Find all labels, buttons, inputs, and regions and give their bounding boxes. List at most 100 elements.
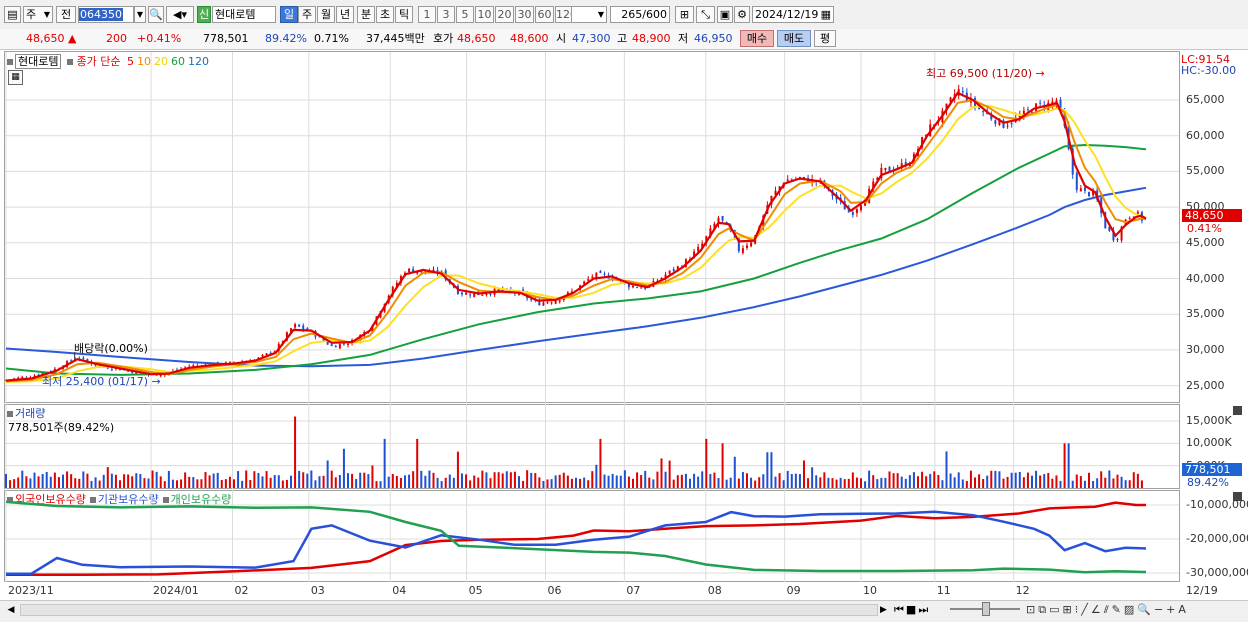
volume-bar <box>835 479 838 488</box>
volume-bar <box>961 479 964 488</box>
volume-bar <box>1132 472 1135 488</box>
volume-bar <box>542 481 545 488</box>
x-axis-label: 08 <box>707 584 722 597</box>
chart-canvas[interactable] <box>0 0 1248 621</box>
volume-bar <box>668 460 671 488</box>
volume-bar <box>110 473 113 488</box>
scroll-right-icon[interactable]: ▶ <box>880 603 892 617</box>
volume-bar <box>428 470 431 488</box>
volume-bar <box>672 479 675 488</box>
volume-bar <box>754 480 757 488</box>
volume-bar <box>269 477 272 488</box>
volume-bar <box>102 474 105 488</box>
volume-bar <box>892 473 895 488</box>
volume-bar <box>444 477 447 488</box>
x-axis-label: 06 <box>547 584 562 597</box>
volume-bar <box>261 476 264 488</box>
volume-bar <box>737 478 740 488</box>
holding-line-individual <box>5 500 1147 574</box>
shape-tool-icon[interactable]: ⊡ <box>1026 603 1038 616</box>
scroll-left-icon[interactable]: ◀ <box>4 603 18 617</box>
volume-bar <box>37 476 40 488</box>
volume-bar <box>1100 471 1103 488</box>
candle-body <box>1116 239 1119 241</box>
volume-bar <box>782 480 785 488</box>
volume-bar <box>70 474 73 488</box>
volume-bar <box>106 467 109 488</box>
candle-body <box>851 212 854 215</box>
volume-bar <box>758 477 761 488</box>
image-tool-icon[interactable]: ▨ <box>1124 603 1137 616</box>
volume-bar <box>485 472 488 488</box>
edit-tool-icon[interactable]: ✎ <box>1112 603 1124 616</box>
line-tool-icon[interactable]: ╱ <box>1081 603 1091 616</box>
volume-bar <box>127 474 130 488</box>
volume-bar <box>1051 478 1054 488</box>
volume-bar <box>917 476 919 488</box>
stop-icon[interactable]: ■ <box>906 603 918 616</box>
volume-bar <box>375 481 378 488</box>
candle-body <box>1088 192 1090 196</box>
ruler-tool-icon[interactable]: ⫽ <box>1104 603 1112 616</box>
forward-icon[interactable]: ⏭ <box>918 603 930 616</box>
volume-bar <box>326 460 329 488</box>
volume-bar <box>94 477 97 488</box>
candle-body <box>302 325 305 330</box>
volume-bar <box>469 480 472 488</box>
volume-bar <box>285 479 288 488</box>
low-annotation-text: 최저 25,400 (01/17) <box>42 375 149 388</box>
zoom-icon[interactable]: 🔍 <box>1137 603 1154 616</box>
volume-bar <box>611 473 614 488</box>
volume-bar <box>45 471 48 488</box>
chart-tools[interactable]: ⊡⧉▭⊞⁝╱∠⫽✎▨🔍−+A <box>1026 603 1189 617</box>
candle-body <box>632 285 634 288</box>
candle-body <box>750 242 753 247</box>
volume-bar <box>750 477 753 488</box>
zoom-in-icon[interactable]: + <box>1166 603 1178 616</box>
zoom-slider-handle[interactable] <box>982 602 990 616</box>
volume-bar <box>379 481 382 488</box>
volume-bar <box>1043 474 1046 488</box>
candle-body <box>884 167 887 171</box>
volume-bar <box>538 477 541 488</box>
dividend-annotation: 배당락(0.00%) <box>74 342 148 355</box>
volume-bar <box>82 471 85 488</box>
volume-bar <box>404 475 406 488</box>
region-tool-icon[interactable]: ▭ <box>1049 603 1062 616</box>
grid-tool-icon[interactable]: ⊞ <box>1062 603 1074 616</box>
font-icon[interactable]: A <box>1178 603 1189 616</box>
candle-body <box>485 293 488 295</box>
volume-bar <box>697 476 700 488</box>
volume-bar <box>1047 472 1050 488</box>
volume-bar <box>41 473 44 488</box>
candle-body <box>640 287 643 289</box>
copy-tool-icon[interactable]: ⧉ <box>1038 603 1049 616</box>
x-axis-label: 12/19 <box>1186 584 1218 597</box>
candle-body <box>721 216 724 221</box>
volume-bar <box>395 475 398 488</box>
volume-bar <box>245 470 248 488</box>
candle-body <box>342 343 345 345</box>
volume-bar <box>98 480 101 488</box>
volume-bar <box>570 478 573 488</box>
candle-body <box>1010 123 1013 125</box>
rewind-icon[interactable]: ⏮ <box>894 603 906 616</box>
volume-bar <box>1006 476 1009 488</box>
zoom-out-icon[interactable]: − <box>1154 603 1166 616</box>
volume-bar <box>884 477 887 488</box>
volume-bar <box>994 470 997 488</box>
horizontal-scrollbar[interactable] <box>20 604 878 616</box>
volume-bar <box>1018 471 1021 488</box>
volume-bar <box>953 477 956 488</box>
volume-bar <box>888 471 891 488</box>
volume-bar <box>432 472 435 488</box>
angle-tool-icon[interactable]: ∠ <box>1091 603 1104 616</box>
volume-bar <box>762 474 765 488</box>
playback-controls[interactable]: ⏮■⏭ <box>894 603 930 617</box>
volume-bar <box>729 477 732 488</box>
volume-bar <box>896 473 899 488</box>
volume-bar <box>1092 480 1095 488</box>
volume-bar <box>945 451 948 488</box>
volume-bar <box>843 479 846 488</box>
volume-bar <box>1124 480 1127 488</box>
